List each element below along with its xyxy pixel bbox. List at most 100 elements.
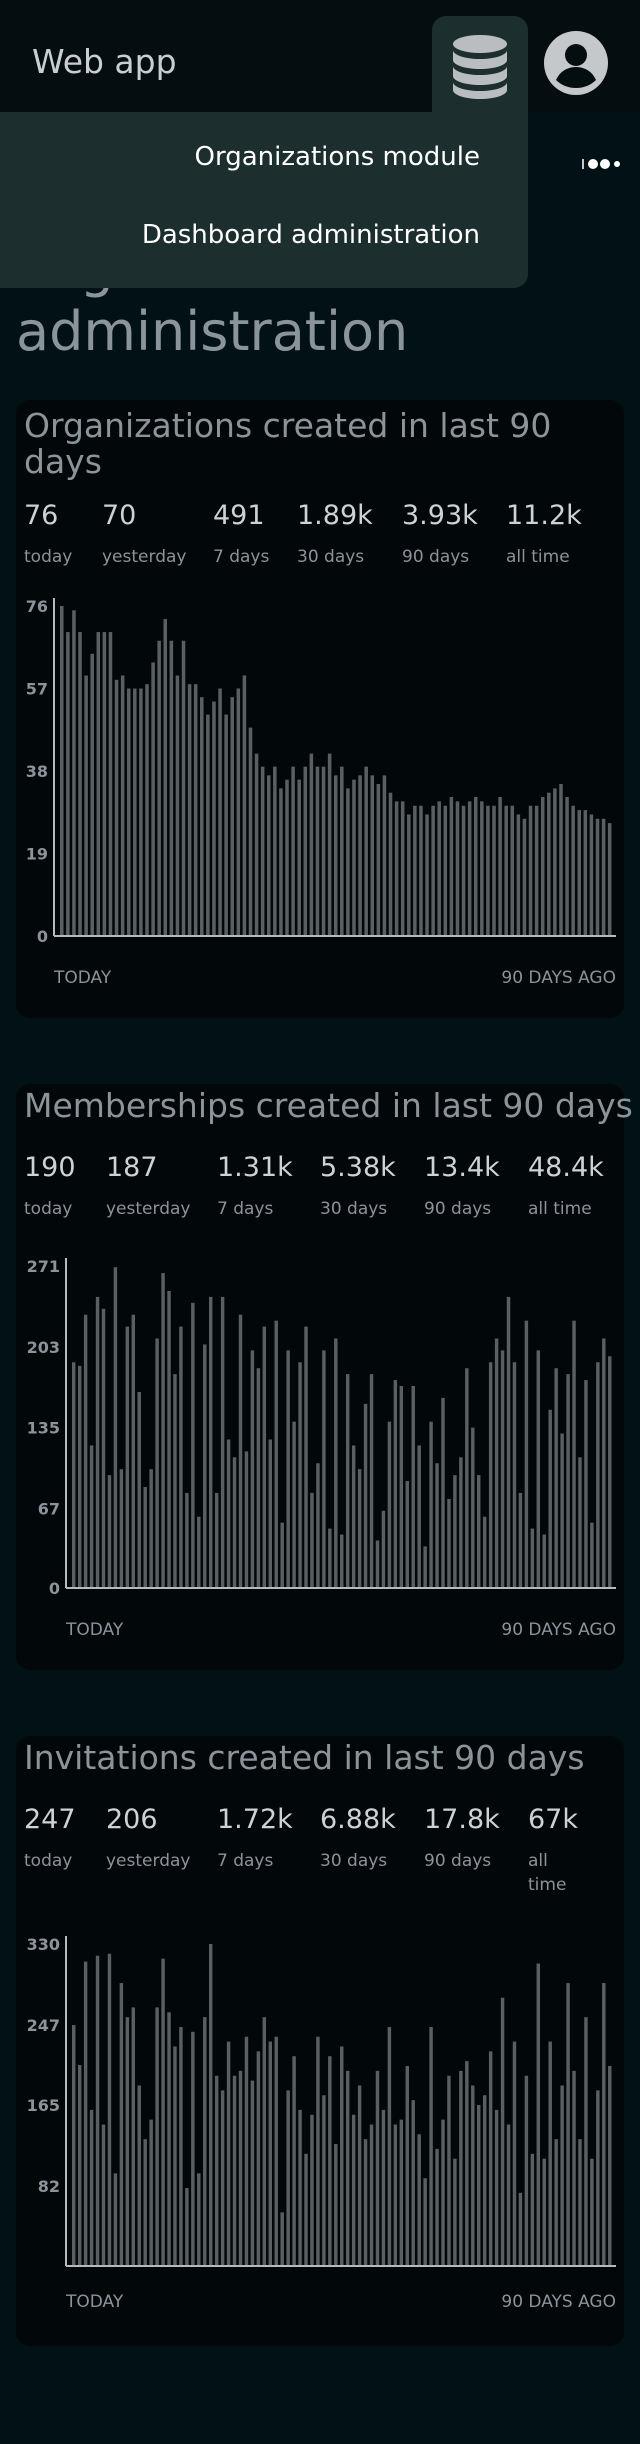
chart-bar xyxy=(83,1961,88,2265)
chart-bar xyxy=(119,1983,124,2265)
chart-bar xyxy=(260,766,265,935)
chart-bar xyxy=(161,1273,165,1587)
account-button[interactable] xyxy=(543,30,609,96)
stat-label: yesterday xyxy=(102,547,187,567)
chart-bar xyxy=(143,1487,147,1587)
chart-bar xyxy=(200,697,204,935)
chart-bar xyxy=(173,1374,177,1587)
stat-label: 7 days xyxy=(213,547,270,567)
chart-bar xyxy=(179,2026,183,2265)
chart-bar xyxy=(607,823,612,935)
stat-today: 76 today xyxy=(24,500,72,569)
chart-bar xyxy=(608,2065,612,2265)
menu-item-organizations-module[interactable]: Organizations module xyxy=(195,142,480,172)
chart-bar xyxy=(417,1445,421,1587)
chart-bar xyxy=(530,2153,535,2265)
stat-30-days: 6.88k 30 days xyxy=(320,1804,396,1873)
chart-bar xyxy=(131,2007,136,2265)
chart-bar xyxy=(388,792,393,935)
module-dropdown-menu: Organizations module Dashboard administr… xyxy=(0,112,528,288)
menu-item-dashboard-administration[interactable]: Dashboard administration xyxy=(142,220,480,250)
chart-bar xyxy=(77,1365,82,1587)
chart-bar xyxy=(461,805,466,935)
stat-30-days: 5.38k 30 days xyxy=(320,1152,396,1221)
chart-bar xyxy=(131,1314,136,1587)
chart-bar xyxy=(411,2100,415,2265)
chart-bar xyxy=(84,675,88,935)
x-axis-start-label: TODAY xyxy=(66,1620,124,1640)
y-tick-label: 82 xyxy=(38,2177,60,2196)
chart-bar xyxy=(173,2046,177,2265)
chart-bar xyxy=(310,2114,314,2265)
chart-bar xyxy=(151,662,155,935)
chart-bar xyxy=(345,1374,350,1587)
chart-bar xyxy=(449,797,454,935)
chart-bar xyxy=(536,1350,541,1587)
chart-bar xyxy=(583,810,588,935)
stat-label: 30 days xyxy=(320,1199,388,1219)
stat-label: today xyxy=(24,1199,73,1219)
chart-bar xyxy=(453,2158,457,2265)
stat-value: 6.88k xyxy=(320,1804,396,1835)
y-tick-label: 247 xyxy=(27,2016,60,2035)
chart-bar xyxy=(345,2070,350,2265)
organizations-card: Organizations created in last 90 days 76… xyxy=(16,400,624,1018)
chart-bar xyxy=(333,775,338,935)
chart-bar xyxy=(250,1350,255,1587)
chart-bar xyxy=(369,2124,374,2265)
chart-bar xyxy=(262,1326,267,1587)
chart-bar xyxy=(602,1983,606,2265)
chart-bar xyxy=(596,1362,600,1587)
chart-bar xyxy=(297,779,301,935)
chart-bar xyxy=(506,1296,511,1587)
chart-bar xyxy=(220,2090,225,2265)
stat-value: 17.8k xyxy=(424,1804,500,1835)
chart-bar xyxy=(577,810,581,935)
chart-bar xyxy=(455,801,460,935)
chart-bar xyxy=(89,2109,94,2265)
chart-bar xyxy=(126,688,131,935)
chart-bar xyxy=(351,2114,356,2265)
chart-bar xyxy=(578,2139,582,2265)
more-options-button[interactable] xyxy=(582,156,620,170)
memberships-bar-chart: 0 67 135 203 271 xyxy=(27,1257,616,1598)
stat-yesterday: 206 yesterday xyxy=(106,1804,190,1873)
chart-bar xyxy=(363,1403,368,1587)
chart-bar xyxy=(417,2134,421,2265)
stat-label: today xyxy=(24,1851,73,1871)
database-menu-button[interactable] xyxy=(432,16,528,116)
stat-value: 3.93k xyxy=(402,500,478,531)
chart-bar xyxy=(286,2090,290,2265)
chart-bar xyxy=(387,1421,392,1587)
chart-bar xyxy=(157,640,161,935)
chart-bar xyxy=(274,2036,278,2265)
chart-bar xyxy=(262,2017,267,2265)
chart-bar xyxy=(279,788,283,935)
chart-bar xyxy=(548,1409,552,1587)
chart-bar xyxy=(95,1296,100,1587)
chart-bar xyxy=(304,2153,308,2265)
invitations-card: Invitations created in last 90 days 247 t… xyxy=(16,1736,624,2346)
chart-bar xyxy=(291,766,295,935)
app-title: Web app xyxy=(32,42,177,81)
chart-bar xyxy=(518,2192,523,2265)
chart-bar xyxy=(203,1344,207,1587)
chart-bar xyxy=(480,801,484,935)
chart-bar xyxy=(149,1469,153,1587)
chart-bar xyxy=(321,766,326,935)
stat-value: 11.2k xyxy=(506,500,582,531)
chart-bar xyxy=(453,1475,457,1587)
chart-bar xyxy=(224,714,228,935)
y-tick-label: 271 xyxy=(27,1257,60,1276)
chart-bar xyxy=(429,1421,433,1587)
chart-bar xyxy=(72,1362,76,1587)
chart-bar xyxy=(285,779,289,935)
chart-bar xyxy=(534,805,539,935)
chart-bar xyxy=(524,2075,529,2265)
chart-bar xyxy=(488,2051,493,2265)
chart-bar xyxy=(399,1386,404,1587)
chart-bar xyxy=(304,1326,308,1587)
chart-bar xyxy=(72,2024,76,2265)
chart-bar xyxy=(185,2187,189,2265)
chart-bar xyxy=(405,1481,409,1587)
